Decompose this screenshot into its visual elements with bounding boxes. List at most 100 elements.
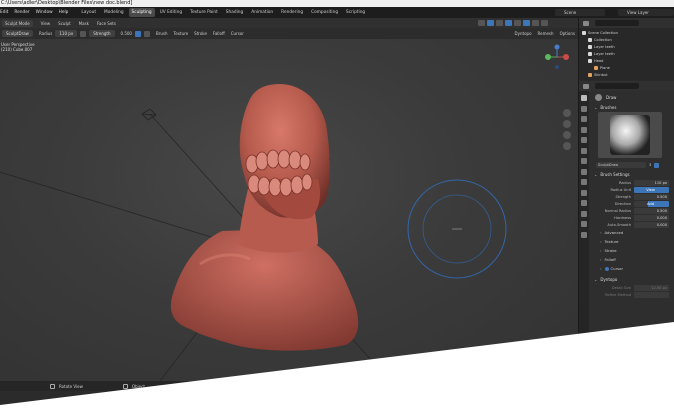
auto-smooth-field[interactable]: 0.000 [634, 221, 669, 228]
outliner-search-input[interactable] [595, 20, 639, 26]
menu-view[interactable]: View [41, 21, 51, 26]
properties-content: Draw ⌄ Brushes SculptDraw 3 ⌄ Brush Sett… [590, 91, 674, 409]
hardness-field[interactable]: 0.000 [634, 214, 669, 221]
strength-field[interactable]: 0.500 [634, 193, 669, 200]
tab-sculpting[interactable]: Sculpting [128, 8, 155, 17]
strength-value[interactable]: 0.500 [121, 31, 132, 36]
properties-tabs [579, 91, 589, 409]
menu-help[interactable]: Help [59, 10, 69, 15]
chevron-down-icon: ⌄ [594, 277, 598, 282]
menu-falloff[interactable]: Falloff [213, 31, 225, 36]
tab-animation[interactable]: Animation [248, 8, 276, 17]
tab-rendering[interactable]: Rendering [278, 8, 306, 17]
hand-pan-icon[interactable] [563, 120, 571, 128]
data-tab-icon[interactable] [581, 210, 587, 217]
outliner-row[interactable]: Collection [579, 36, 674, 43]
brush-selector[interactable]: SculptDraw [2, 30, 33, 37]
tab-shading[interactable]: Shading [223, 8, 246, 17]
material-shading-icon[interactable] [532, 20, 539, 26]
view-layer-selector[interactable]: View Layer [618, 9, 674, 16]
radius-unit-toggle[interactable]: View [634, 186, 669, 193]
output-tab-icon[interactable] [581, 116, 587, 122]
normal-radius-field[interactable]: 0.500 [634, 207, 669, 214]
3d-viewport[interactable]: User Perspective (210) Cube.007 [0, 39, 578, 381]
pressure-strength-icon[interactable] [134, 30, 141, 37]
rendered-shading-icon[interactable] [541, 20, 548, 26]
tab-scripting[interactable]: Scripting [343, 8, 368, 17]
menu-cursor[interactable]: Cursor [231, 31, 244, 36]
cursor-checkbox[interactable] [604, 266, 609, 271]
menu-edit[interactable]: Edit [0, 10, 8, 15]
menu-mask[interactable]: Mask [79, 21, 89, 26]
properties-editor: Draw ⌄ Brushes SculptDraw 3 ⌄ Brush Sett… [579, 81, 674, 409]
outliner-row[interactable]: Skinbut [579, 71, 674, 78]
menu-brush[interactable]: Brush [156, 31, 168, 36]
options-menu[interactable]: Options [560, 31, 575, 36]
particles-tab-icon[interactable] [581, 179, 587, 185]
tool-tab-icon[interactable] [581, 95, 587, 101]
camera-icon[interactable] [563, 131, 571, 139]
subpanel-cursor[interactable]: › Cursor [592, 264, 674, 273]
direction-toggle[interactable]: Add [634, 200, 669, 207]
strength-label[interactable]: Strength [89, 30, 115, 37]
tab-modeling[interactable]: Modeling [101, 8, 127, 17]
outliner-editor-icon[interactable] [583, 20, 589, 26]
menu-window[interactable]: Window [36, 10, 53, 15]
scene-tab-icon[interactable] [581, 137, 587, 143]
tab-layout[interactable]: Layout [78, 8, 99, 17]
subpanel-advanced[interactable]: › Advanced [592, 228, 674, 237]
radius-field[interactable]: 110 px [55, 30, 78, 37]
properties-editor-icon[interactable] [583, 83, 589, 89]
menu-texture[interactable]: Texture [174, 31, 189, 36]
menu-sculpt[interactable]: Sculpt [58, 21, 71, 26]
overlay-icon[interactable] [496, 20, 503, 26]
scene-selector[interactable]: Scene [555, 9, 605, 16]
subpanel-texture[interactable]: › Texture [592, 237, 674, 246]
wireframe-shading-icon[interactable] [514, 20, 521, 26]
material-tab-icon[interactable] [581, 221, 587, 227]
status-object: Object [131, 383, 145, 389]
zoom-icon[interactable] [563, 109, 571, 117]
outliner-row[interactable]: Plane [579, 64, 674, 71]
modifier-tab-icon[interactable] [581, 168, 587, 175]
menu-stroke[interactable]: Stroke [194, 31, 207, 36]
outliner-row[interactable]: Layer teeth [579, 43, 674, 50]
subpanel-falloff[interactable]: › Falloff [592, 255, 674, 264]
dyntopo-panel-header[interactable]: ⌄ Dyntopo [592, 275, 674, 284]
menu-render[interactable]: Render [14, 10, 29, 15]
physics-tab-icon[interactable] [581, 189, 587, 196]
solid-shading-icon[interactable] [523, 20, 530, 26]
radius-field[interactable]: 110 px [634, 179, 669, 186]
perspective-grid-icon[interactable] [563, 142, 571, 150]
tab-texture-paint[interactable]: Texture Paint [187, 8, 221, 17]
xray-icon[interactable] [505, 20, 512, 26]
render-tab-icon[interactable] [581, 105, 587, 112]
tab-uv-editing[interactable]: UV Editing [157, 8, 185, 17]
constraints-tab-icon[interactable] [581, 200, 587, 206]
view-layer-tab-icon[interactable] [581, 126, 587, 133]
brush-preview[interactable] [598, 112, 662, 158]
pressure-radius-icon[interactable] [80, 30, 87, 37]
tab-compositing[interactable]: Compositing [308, 8, 341, 17]
object-tab-icon[interactable] [581, 158, 587, 164]
texture-tab-icon[interactable] [581, 231, 587, 238]
outliner-row[interactable]: Scene Collection [579, 29, 674, 36]
dyntopo-toggle[interactable]: Dyntopo [515, 31, 532, 36]
detail-size-field[interactable]: 12.00 px [634, 284, 669, 291]
properties-search-input[interactable] [595, 83, 639, 89]
add-subtract-icon[interactable] [143, 30, 150, 37]
menu-face-sets[interactable]: Face Sets [97, 21, 116, 26]
gizmo-toggle-icon[interactable] [487, 20, 494, 26]
remesh-menu[interactable]: Remesh [538, 31, 554, 36]
brushes-panel-header[interactable]: ⌄ Brushes [592, 103, 674, 112]
mode-selector[interactable]: Sculpt Mode [2, 19, 33, 27]
fake-user-icon[interactable] [654, 162, 660, 168]
outliner-row[interactable]: Head [579, 57, 674, 64]
refine-method-field[interactable] [634, 291, 669, 298]
subpanel-stroke[interactable]: › Stroke [592, 246, 674, 255]
world-tab-icon[interactable] [581, 147, 587, 154]
brush-name-field[interactable]: SculptDraw [596, 162, 646, 168]
visibility-icon[interactable] [478, 20, 485, 26]
brush-settings-header[interactable]: ⌄ Brush Settings [592, 170, 674, 179]
outliner-row[interactable]: Layer teeth [579, 50, 674, 57]
